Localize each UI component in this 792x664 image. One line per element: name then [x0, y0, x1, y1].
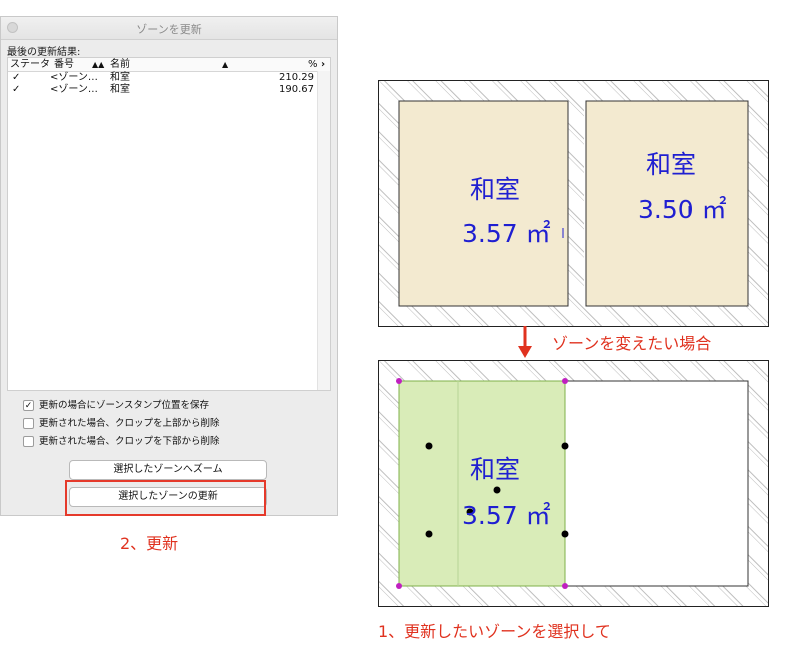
- column-number[interactable]: 番号: [54, 58, 74, 71]
- wall-hatch-middle: [568, 101, 584, 306]
- step1-annotation: 1、更新したいゾーンを選択して: [378, 622, 611, 641]
- room-name-label: 和室: [646, 150, 697, 179]
- selection-point: [493, 486, 501, 494]
- table-row[interactable]: ✓ <ゾーン… 和室 190.67: [8, 84, 330, 96]
- column-name[interactable]: 名前: [110, 58, 130, 71]
- row-name: 和室: [110, 72, 130, 83]
- wall-hatch-top: [379, 81, 768, 101]
- crop-bottom-checkbox[interactable]: [23, 436, 34, 447]
- change-zone-annotation: ゾーンを変えたい場合: [552, 334, 712, 353]
- zone-handle: [396, 378, 402, 384]
- last-update-results-label: 最後の更新結果:: [7, 47, 81, 58]
- dialog-title: ゾーンを更新: [136, 23, 202, 36]
- column-percent[interactable]: %: [308, 58, 318, 71]
- wall-hatch-left: [379, 381, 399, 586]
- wall-hatch-left: [379, 101, 399, 306]
- vertical-scrollbar[interactable]: [317, 71, 330, 390]
- row-name: 和室: [110, 84, 130, 95]
- zoom-to-selected-zones-button[interactable]: 選択したゾーンへズーム: [69, 460, 267, 480]
- row-number: <ゾーン…: [50, 84, 98, 95]
- check-icon: ✓: [12, 84, 21, 95]
- wall-hatch-bottom: [379, 586, 768, 606]
- row-percent: 190.67: [279, 84, 314, 95]
- keep-stamp-checkbox[interactable]: ✓: [23, 400, 34, 411]
- zone-handle: [396, 583, 402, 589]
- sort-ascending-icon[interactable]: ▲▲: [92, 58, 104, 71]
- title-bar[interactable]: ゾーンを更新: [1, 17, 337, 40]
- column-status[interactable]: ステータ: [10, 58, 50, 71]
- results-table[interactable]: ステータ 番号 ▲▲ 名前 ▲ % › ✓ <ゾーン… 和室 210.29 ✓ …: [7, 57, 331, 391]
- option-label: 更新の場合にゾーンスタンプ位置を保存: [39, 400, 210, 411]
- room-name-label: 和室: [470, 455, 521, 484]
- room-area-label: 3.50 ㎡: [638, 195, 727, 224]
- row-number: <ゾーン…: [50, 72, 98, 83]
- room-name-label: 和室: [470, 175, 521, 204]
- check-icon: ✓: [12, 72, 21, 83]
- wall-hatch-bottom: [379, 306, 768, 326]
- option-label: 更新された場合、クロップを上部から削除: [39, 418, 220, 429]
- row-percent: 210.29: [279, 72, 314, 83]
- highlight-box: [65, 480, 266, 516]
- room-area-label: 3.57 ㎡: [462, 219, 551, 248]
- option-label: 更新された場合、クロップを下部から削除: [39, 436, 220, 447]
- wall-hatch-top: [379, 361, 768, 381]
- table-row[interactable]: ✓ <ゾーン… 和室 210.29: [8, 72, 330, 84]
- down-arrow-icon: [518, 326, 532, 358]
- sort-icon[interactable]: ▲: [222, 58, 228, 71]
- room-area-label: 3.57 ㎡: [462, 501, 551, 530]
- zone-handle: [562, 378, 568, 384]
- zone-handle: [562, 583, 568, 589]
- step2-annotation: 2、更新: [120, 534, 179, 553]
- wall-hatch-right: [748, 101, 768, 306]
- crop-top-checkbox[interactable]: [23, 418, 34, 429]
- selection-point: [425, 442, 433, 450]
- more-columns-icon[interactable]: ›: [321, 58, 325, 71]
- selection-point: [561, 530, 569, 538]
- table-header: ステータ 番号 ▲▲ 名前 ▲ % ›: [8, 58, 330, 72]
- plan-after[interactable]: [378, 360, 770, 608]
- update-zone-dialog: ゾーンを更新 最後の更新結果: ステータ 番号 ▲▲ 名前 ▲ % › ✓ <ゾ…: [0, 16, 338, 516]
- selection-point: [425, 530, 433, 538]
- selection-point: [561, 442, 569, 450]
- wall-hatch-right: [748, 381, 768, 586]
